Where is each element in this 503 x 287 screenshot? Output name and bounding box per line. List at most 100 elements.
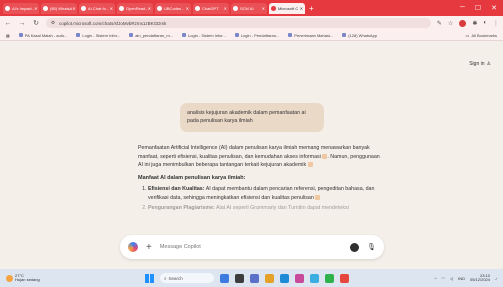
- close-window-icon[interactable]: ✕: [491, 4, 497, 12]
- response-list: Efisiensi dan Kualitas: AI dapat membant…: [138, 185, 384, 213]
- bookmark-favicon-icon: [129, 33, 134, 37]
- bookmark-item[interactable]: Login - Sistem Infor...: [76, 33, 120, 38]
- store-app-icon[interactable]: [295, 273, 304, 283]
- browser-tab-active[interactable]: Microsoft C ✕: [269, 2, 305, 14]
- back-icon[interactable]: ←: [4, 20, 12, 27]
- teams-app-icon[interactable]: [250, 273, 259, 283]
- browser-tab[interactable]: OpenRead - ✕: [117, 2, 153, 14]
- browser-tab[interactable]: SCM AI ✕: [231, 2, 267, 14]
- tab-favicon-icon: [233, 5, 238, 11]
- new-tab-button[interactable]: +: [309, 4, 314, 13]
- edge-app-icon[interactable]: [280, 273, 289, 283]
- copilot-chat-page: Sign in ♙ analisis kejujuran akademik da…: [0, 41, 503, 269]
- bookmark-favicon-icon: [342, 33, 347, 37]
- bookmark-favicon-icon: [18, 33, 23, 37]
- site-info-icon[interactable]: ⚙: [51, 20, 55, 26]
- windows-taskbar: 27°C Hujan sedang ⌕ Search ^ ◠ ◁ IND 23:…: [0, 269, 503, 287]
- close-icon[interactable]: ✕: [186, 6, 189, 11]
- user-icon: ♙: [486, 61, 491, 67]
- all-bookmarks-button[interactable]: ▭ All Bookmarks: [466, 33, 497, 38]
- system-tray: ^ ◠ ◁ IND 23:10 05/12/2024 ♪: [434, 272, 497, 283]
- tab-favicon-icon: [5, 5, 10, 11]
- bookmarks-bar: ▦ PA Kasal Malah - auto... Login - Siste…: [0, 30, 503, 41]
- bookmark-favicon-icon: [234, 33, 239, 37]
- forward-icon[interactable]: →: [18, 20, 26, 27]
- bookmark-item[interactable]: PA Kasal Malah - auto...: [18, 33, 67, 38]
- window-controls: ─ ☐ ✕: [460, 4, 503, 12]
- copilot-response: Pemanfaatan Artificial Intelligence (AI)…: [138, 144, 384, 215]
- citation-icon[interactable]: [315, 194, 321, 200]
- taskbar-apps: ⌕ Search: [145, 273, 349, 283]
- bookmark-item[interactable]: Login - Sistem Infor...: [182, 33, 226, 38]
- citation-icon[interactable]: [307, 162, 313, 168]
- bookmark-favicon-icon: [76, 33, 81, 37]
- search-icon: ⌕: [164, 275, 167, 281]
- voice-mode-icon[interactable]: [350, 242, 360, 252]
- app-icon[interactable]: [310, 273, 319, 283]
- apps-icon[interactable]: ▦: [6, 33, 10, 38]
- list-item: Pengurangan Plagiarisme: Alat AI seperti…: [148, 204, 384, 213]
- volume-icon[interactable]: ◁: [450, 276, 453, 281]
- close-icon[interactable]: ✕: [110, 6, 113, 11]
- close-icon[interactable]: ✕: [34, 6, 37, 11]
- close-icon[interactable]: ✕: [148, 6, 151, 11]
- weather-rain-icon: [6, 274, 13, 282]
- tab-favicon-icon: [271, 5, 276, 11]
- taskbar-search[interactable]: ⌕ Search: [160, 273, 214, 283]
- translate-icon[interactable]: ✎: [437, 20, 442, 27]
- browser-tab[interactable]: UBCodes - ✕: [155, 2, 191, 14]
- tab-favicon-icon: [195, 5, 200, 11]
- browser-tab[interactable]: AI's Impact - ✕: [3, 2, 39, 14]
- response-heading: Manfaat AI dalam penulisan karya ilmiah:: [138, 174, 246, 181]
- tab-favicon-icon: [119, 5, 124, 11]
- close-icon[interactable]: ✕: [224, 6, 227, 11]
- weather-widget[interactable]: 27°C Hujan sedang: [6, 273, 40, 283]
- close-icon[interactable]: ✕: [300, 6, 303, 11]
- bookmark-item[interactable]: ain_pendaftaran_m...: [129, 33, 173, 38]
- browser-tab[interactable]: ChatGPT ✕: [193, 2, 229, 14]
- close-icon[interactable]: ✕: [262, 6, 265, 11]
- tab-favicon-icon: [43, 5, 48, 11]
- browser-tab[interactable]: (85) WhatsA ✕: [41, 2, 77, 14]
- browser-tab[interactable]: AI Chat fo - ✕: [79, 2, 115, 14]
- clock[interactable]: 23:10 05/12/2024: [470, 273, 490, 283]
- add-attachment-button[interactable]: +: [146, 242, 152, 253]
- message-composer: + 🎙: [120, 235, 384, 259]
- toolbar-icons: ✎ ☆ ✱ ◐ ⋮: [437, 19, 499, 27]
- minimize-icon[interactable]: ─: [460, 4, 465, 12]
- folder-icon: ▭: [465, 32, 470, 38]
- bookmark-item[interactable]: Penerimaan Mahasi...: [288, 33, 333, 38]
- bookmark-star-icon[interactable]: ☆: [448, 20, 453, 27]
- extension-icon[interactable]: [459, 19, 467, 27]
- menu-icon[interactable]: ⋮: [493, 20, 499, 27]
- extensions-puzzle-icon[interactable]: ✱: [472, 20, 477, 27]
- tab-favicon-icon: [81, 5, 86, 11]
- microphone-icon[interactable]: 🎙: [367, 243, 376, 251]
- notification-bell-icon[interactable]: ♪: [495, 276, 497, 281]
- user-message-bubble: analisis kejujuran akademik dalam pemanf…: [180, 103, 324, 132]
- response-intro: Pemanfaatan Artificial Intelligence (AI)…: [138, 145, 380, 168]
- copilot-logo-icon[interactable]: [128, 242, 138, 252]
- file-explorer-icon[interactable]: [265, 273, 274, 283]
- maximize-icon[interactable]: ☐: [475, 4, 481, 12]
- bookmark-item[interactable]: Login - Pendaftaran...: [234, 33, 279, 38]
- chrome-app-icon[interactable]: [340, 273, 349, 283]
- bookmark-favicon-icon: [288, 33, 293, 37]
- whatsapp-app-icon[interactable]: [325, 273, 334, 283]
- profile-icon[interactable]: ◐: [483, 20, 487, 27]
- windows-start-icon[interactable]: [145, 273, 154, 283]
- widgets-app-icon[interactable]: [220, 273, 229, 283]
- list-item: Efisiensi dan Kualitas: AI dapat membant…: [148, 185, 384, 202]
- chevron-up-icon[interactable]: ^: [435, 276, 437, 281]
- bookmark-item[interactable]: (128) WhatsApp: [342, 33, 377, 38]
- signin-button[interactable]: Sign in ♙: [469, 61, 491, 67]
- bookmark-favicon-icon: [182, 33, 187, 37]
- tab-favicon-icon: [157, 5, 162, 11]
- close-icon[interactable]: ✕: [72, 6, 75, 11]
- wifi-icon[interactable]: ◠: [442, 276, 446, 281]
- reload-icon[interactable]: ↻: [32, 19, 40, 27]
- task-view-icon[interactable]: [235, 273, 244, 283]
- address-bar-row: ← → ↻ ⚙ copilot.microsoft.com/chats/sfJo…: [0, 16, 503, 30]
- message-input[interactable]: [159, 244, 343, 250]
- url-field[interactable]: ⚙ copilot.microsoft.com/chats/sfJoMvbRzm…: [46, 18, 431, 28]
